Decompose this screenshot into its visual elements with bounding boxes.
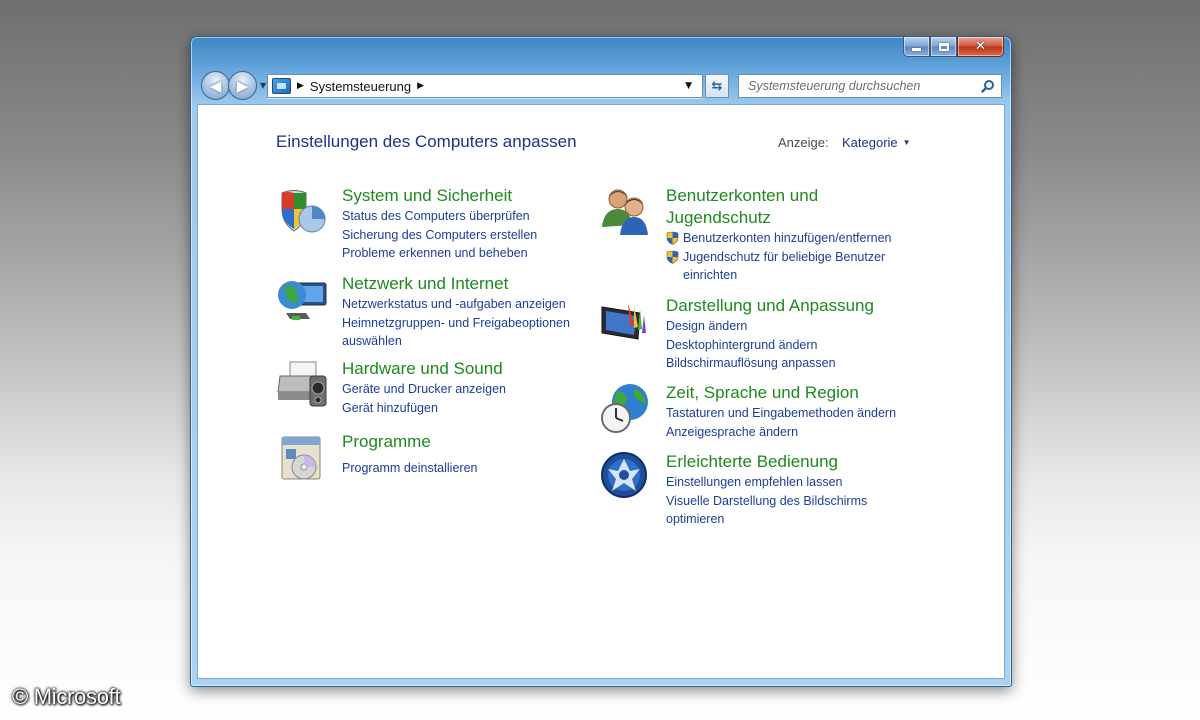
caption-buttons: ✕ <box>903 37 1004 57</box>
task-link[interactable]: Status des Computers überprüfen <box>342 207 537 226</box>
task-link[interactable]: Bildschirmauflösung anpassen <box>666 354 836 373</box>
task-link[interactable]: Probleme erkennen und beheben <box>342 244 537 263</box>
view-mode-dropdown[interactable]: Kategorie ▼ <box>842 135 911 150</box>
globe-monitor-icon <box>278 281 327 320</box>
breadcrumb-control-panel[interactable]: Systemsteuerung <box>310 79 411 94</box>
address-bar[interactable]: ▶ Systemsteuerung ▶ ▼ <box>267 74 703 98</box>
printer-speaker-icon <box>277 361 327 407</box>
task-link[interactable]: Jugendschutz für beliebige Benutzer <box>666 248 892 267</box>
arrow-right-icon: ▶ <box>236 76 249 95</box>
category-title[interactable]: Benutzerkonten und Jugendschutz <box>666 185 818 229</box>
control-panel-icon <box>272 78 291 94</box>
task-link[interactable]: Heimnetzgruppen- und Freigabeoptionen <box>342 314 570 333</box>
task-link[interactable]: Benutzerkonten hinzufügen/entfernen <box>666 229 892 248</box>
minimize-button[interactable] <box>903 37 930 57</box>
category-title[interactable]: Programme <box>342 431 431 453</box>
task-link[interactable]: Desktophintergrund ändern <box>666 336 836 355</box>
users-icon <box>602 189 648 235</box>
task-link[interactable]: auswählen <box>342 332 570 351</box>
close-icon: ✕ <box>975 39 986 54</box>
maximize-icon <box>938 42 949 51</box>
category-title[interactable]: Hardware und Sound <box>342 358 503 380</box>
category-links: Benutzerkonten hinzufügen/entfernen Juge… <box>666 229 892 285</box>
shield-chart-icon <box>281 190 326 233</box>
task-link[interactable]: Gerät hinzufügen <box>342 399 506 418</box>
task-link[interactable]: Programm deinstallieren <box>342 459 477 478</box>
programs-disc-icon <box>281 436 321 480</box>
address-dropdown-icon[interactable]: ▼ <box>685 81 692 91</box>
control-panel-window: ✕ ◀ ▶ ▼ ▶ Systemsteuerung ▶ ▼ ⇆ Systemst… <box>190 36 1012 687</box>
dropdown-caret-icon: ▼ <box>902 138 911 147</box>
category-links: Status des Computers überprüfen Sicherun… <box>342 207 537 263</box>
task-link[interactable]: Netzwerkstatus und -aufgaben anzeigen <box>342 295 570 314</box>
breadcrumb-chevron-icon[interactable]: ▶ <box>297 81 304 91</box>
breadcrumb-chevron-icon[interactable]: ▶ <box>417 81 424 91</box>
task-link[interactable]: einrichten <box>666 266 892 285</box>
category-links: Netzwerkstatus und -aufgaben anzeigen He… <box>342 295 570 351</box>
task-link[interactable]: Tastaturen und Eingabemethoden ändern <box>666 404 896 423</box>
category-links: Design ändern Desktophintergrund ändern … <box>666 317 836 373</box>
view-label: Anzeige: <box>778 135 829 150</box>
forward-button[interactable]: ▶ <box>228 71 257 100</box>
task-link[interactable]: Visuelle Darstellung des Bildschirms <box>666 492 867 511</box>
uac-shield-icon <box>666 250 679 264</box>
back-button[interactable]: ◀ <box>201 71 230 100</box>
category-title[interactable]: Erleichterte Bedienung <box>666 451 838 473</box>
monitor-palette-icon <box>601 303 646 340</box>
refresh-button[interactable]: ⇆ <box>705 74 729 98</box>
copyright-watermark: © Microsoft <box>12 684 121 709</box>
maximize-button[interactable] <box>930 37 957 57</box>
category-title[interactable]: Darstellung und Anpassung <box>666 295 874 317</box>
refresh-icon: ⇆ <box>711 78 723 94</box>
close-button[interactable]: ✕ <box>957 37 1004 57</box>
navigation-buttons: ◀ ▶ ▼ <box>201 71 266 100</box>
task-link[interactable]: Einstellungen empfehlen lassen <box>666 473 867 492</box>
task-link[interactable]: Design ändern <box>666 317 836 336</box>
category-title[interactable]: Zeit, Sprache und Region <box>666 382 859 404</box>
recent-pages-dropdown-icon[interactable]: ▼ <box>260 81 266 90</box>
task-link[interactable]: Anzeigesprache ändern <box>666 423 896 442</box>
task-link[interactable]: optimieren <box>666 510 867 529</box>
ease-of-access-icon <box>601 452 647 498</box>
arrow-left-icon: ◀ <box>209 76 222 95</box>
search-placeholder: Systemsteuerung durchsuchen <box>748 79 921 93</box>
category-links: Programm deinstallieren <box>342 459 477 478</box>
globe-clock-icon <box>601 384 648 433</box>
category-links: Tastaturen und Eingabemethoden ändern An… <box>666 404 896 441</box>
minimize-icon <box>912 48 921 51</box>
task-link[interactable]: Geräte und Drucker anzeigen <box>342 380 506 399</box>
category-title[interactable]: Netzwerk und Internet <box>342 273 508 295</box>
control-panel-content: Einstellungen des Computers anpassen Anz… <box>197 104 1005 679</box>
category-links: Geräte und Drucker anzeigen Gerät hinzuf… <box>342 380 506 417</box>
uac-shield-icon <box>666 231 679 245</box>
search-box[interactable]: Systemsteuerung durchsuchen <box>738 74 1002 98</box>
page-title: Einstellungen des Computers anpassen <box>276 132 577 151</box>
task-link[interactable]: Sicherung des Computers erstellen <box>342 226 537 245</box>
category-links: Einstellungen empfehlen lassen Visuelle … <box>666 473 867 529</box>
category-title[interactable]: System und Sicherheit <box>342 185 512 207</box>
search-icon[interactable] <box>981 79 995 93</box>
